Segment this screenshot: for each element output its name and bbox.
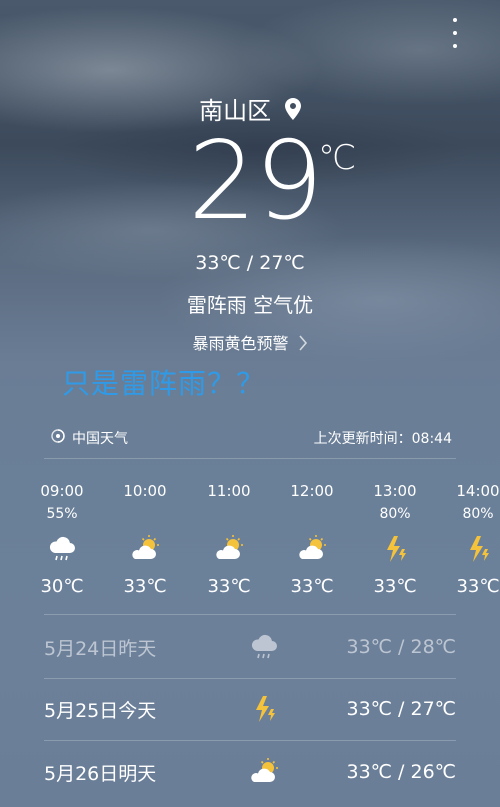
hour-time: 14:00 [456, 482, 500, 500]
hour-precip [199, 506, 259, 524]
hourly-item: 13:00 80% 33℃ [365, 482, 425, 597]
hourly-item: 11:00 33℃ [199, 482, 259, 597]
hourly-item: 09:00 55% 30℃ [32, 482, 92, 597]
divider [44, 614, 456, 615]
hour-time: 13:00 [373, 482, 417, 500]
daily-row[interactable]: 5月26日明天 33℃ / 26℃ [44, 741, 456, 803]
source-logo-icon [50, 428, 66, 448]
chevron-right-icon [298, 334, 308, 353]
thunder-icon [448, 532, 500, 566]
hour-temp: 33℃ [373, 576, 417, 597]
source-label: 中国天气 [72, 431, 128, 447]
hour-temp: 33℃ [456, 576, 500, 597]
hour-precip [115, 506, 175, 524]
day-range: 33℃ / 27℃ [346, 698, 456, 720]
weather-alert[interactable]: 暴雨黄色预警 [0, 330, 500, 354]
thunder-icon [234, 693, 294, 725]
hour-temp: 33℃ [290, 576, 334, 597]
hour-temp: 33℃ [123, 576, 167, 597]
overlay-caption: 只是雷阵雨？？ [62, 367, 266, 400]
daily-row[interactable]: 5月25日今天 33℃ / 27℃ [44, 678, 456, 740]
current-temperature: 29 [188, 119, 323, 244]
day-range: 33℃ / 26℃ [346, 761, 456, 783]
divider [44, 458, 456, 459]
daily-row[interactable]: 5月24日昨天 33℃ / 28℃ [44, 616, 456, 678]
hourly-item: 14:00 80% 33℃ [448, 482, 500, 597]
hour-time: 09:00 [40, 482, 84, 500]
partly-cloudy-icon [199, 532, 259, 566]
partly-cloudy-icon [234, 756, 294, 788]
hour-time: 12:00 [290, 482, 334, 500]
day-date: 5月26日明天 [44, 762, 157, 785]
partly-cloudy-icon [282, 532, 342, 566]
hour-precip: 80% [379, 506, 411, 522]
hour-precip: 55% [46, 506, 78, 522]
last-update-time: 上次更新时间：08:44 [313, 431, 452, 447]
hour-temp: 30℃ [40, 576, 84, 597]
day-date: 5月24日昨天 [44, 637, 157, 660]
temperature-unit: ℃ [318, 138, 357, 178]
hourly-item: 10:00 33℃ [115, 482, 175, 597]
hour-precip: 80% [462, 506, 494, 522]
more-menu-icon[interactable] [450, 18, 460, 48]
day-date: 5月25日今天 [44, 699, 157, 722]
partly-cloudy-icon [115, 532, 175, 566]
hour-time: 11:00 [207, 482, 251, 500]
alert-text: 暴雨黄色预警 [192, 334, 289, 353]
cloud-rain-icon [32, 532, 92, 566]
data-source: 中国天气 [50, 428, 128, 448]
thunder-icon [365, 532, 425, 566]
today-range: 33℃ / 27℃ [195, 252, 305, 274]
cloud-rain-icon [234, 631, 294, 663]
hourly-item: 12:00 33℃ [282, 482, 342, 597]
hour-temp: 33℃ [207, 576, 251, 597]
hour-time: 10:00 [123, 482, 167, 500]
hour-precip [282, 506, 342, 524]
day-range: 33℃ / 28℃ [346, 636, 456, 658]
current-condition: 雷阵雨 空气优 [186, 293, 314, 317]
